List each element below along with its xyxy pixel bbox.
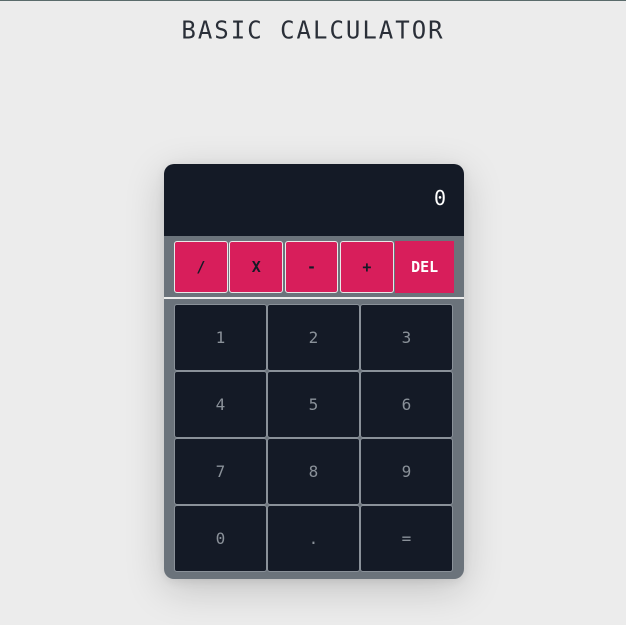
top-border xyxy=(0,0,626,1)
page-title: BASIC CALCULATOR xyxy=(181,15,445,45)
key-6[interactable]: 6 xyxy=(360,371,453,438)
numpad: 1 2 3 4 5 6 7 8 9 0 . = xyxy=(174,304,454,575)
divide-button[interactable]: / xyxy=(174,241,228,293)
equals-button[interactable]: = xyxy=(360,505,453,572)
key-2[interactable]: 2 xyxy=(267,304,360,371)
key-7[interactable]: 7 xyxy=(174,438,267,505)
decimal-button[interactable]: . xyxy=(267,505,360,572)
display-value: 0 xyxy=(433,186,446,210)
display: 0 xyxy=(164,164,464,236)
key-8[interactable]: 8 xyxy=(267,438,360,505)
key-3[interactable]: 3 xyxy=(360,304,453,371)
multiply-button[interactable]: X xyxy=(229,241,284,293)
key-0[interactable]: 0 xyxy=(174,505,267,572)
key-4[interactable]: 4 xyxy=(174,371,267,438)
subtract-button[interactable]: - xyxy=(284,241,339,293)
key-9[interactable]: 9 xyxy=(360,438,453,505)
add-button[interactable]: + xyxy=(339,241,394,293)
calculator: 0 / X - + DEL 1 2 3 4 5 6 7 8 9 0 . = xyxy=(164,164,464,579)
key-5[interactable]: 5 xyxy=(267,371,360,438)
operator-row: / X - + DEL xyxy=(174,241,455,293)
divider xyxy=(164,297,464,299)
delete-button[interactable]: DEL xyxy=(395,241,455,293)
key-1[interactable]: 1 xyxy=(174,304,267,371)
